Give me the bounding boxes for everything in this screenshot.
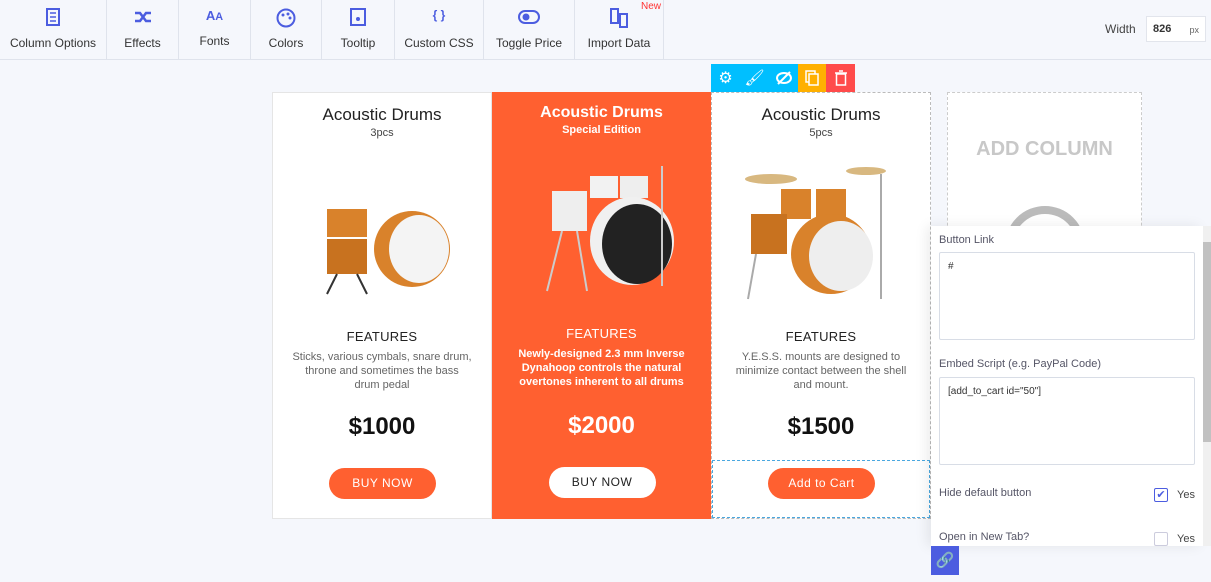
- width-label: Width: [1105, 22, 1136, 36]
- toolbar: Column Options Effects AA Fonts Colors To…: [0, 0, 1211, 60]
- buy-now-button[interactable]: BUY NOW: [548, 467, 656, 498]
- features-title: FEATURES: [346, 329, 418, 344]
- button-link-input[interactable]: #: [939, 252, 1195, 340]
- fonts-button[interactable]: AA Fonts: [179, 0, 251, 60]
- features-text: Y.E.S.S. mounts are designed to minimize…: [735, 351, 907, 391]
- brush-icon[interactable]: 🖌: [740, 64, 769, 92]
- drum-kit-image: [745, 167, 886, 300]
- delete-icon[interactable]: [826, 64, 855, 92]
- embed-script-input[interactable]: [add_to_cart id="50"]: [939, 377, 1195, 465]
- hide-icon[interactable]: [769, 64, 798, 92]
- price: $1000: [348, 413, 416, 440]
- braces-icon: { }: [432, 8, 446, 22]
- button-settings-panel: Button Link # Embed Script (e.g. PayPal …: [931, 226, 1203, 546]
- pricing-column-1[interactable]: Acoustic Drums 3pcs FEATURES Sticks, var…: [272, 92, 492, 519]
- column-title: Acoustic Drums: [540, 104, 663, 121]
- column-title: Acoustic Drums: [761, 105, 881, 124]
- palette-icon: [251, 8, 321, 28]
- import-data-button[interactable]: Import Data New: [575, 0, 664, 60]
- hide-default-label: Hide default button: [939, 487, 1032, 499]
- features-title: FEATURES: [566, 326, 637, 341]
- scrollbar-thumb[interactable]: [1203, 242, 1211, 442]
- width-value: 826: [1153, 23, 1172, 35]
- hide-default-checkbox[interactable]: ✔: [1154, 488, 1168, 502]
- column-title: Acoustic Drums: [322, 105, 442, 124]
- new-tab-yes: Yes: [1177, 533, 1195, 545]
- pricing-column-2[interactable]: Acoustic Drums Special Edition FEATURES …: [492, 92, 711, 519]
- column-subtitle: Special Edition: [562, 124, 641, 136]
- column-subtitle: 3pcs: [370, 127, 394, 139]
- features-title: FEATURES: [785, 329, 857, 344]
- pricing-column-3[interactable]: Acoustic Drums 5pcs FEATURES Y.E.S.S. mo…: [711, 92, 931, 519]
- new-badge: New: [640, 1, 661, 12]
- font-size-icon: AA: [205, 8, 224, 23]
- width-input[interactable]: 826 px: [1146, 16, 1206, 42]
- column-options-icon: [0, 8, 106, 28]
- column-toolbar: ⚙ 🖌: [711, 64, 855, 92]
- add-to-cart-button[interactable]: Add to Cart: [768, 468, 875, 499]
- column-subtitle: 5pcs: [809, 127, 833, 139]
- link-icon[interactable]: 🔗: [931, 546, 959, 575]
- drum-kit-image: [326, 209, 450, 295]
- embed-script-label: Embed Script (e.g. PayPal Code): [939, 358, 1102, 370]
- features-text: Newly-designed 2.3 mm Inverse Dynahoop c…: [518, 348, 685, 388]
- new-tab-label: Open in New Tab?: [939, 531, 1030, 543]
- hide-default-yes: Yes: [1177, 489, 1195, 501]
- toggle-price-button[interactable]: Toggle Price: [484, 0, 575, 60]
- button-link-label: Button Link: [939, 234, 995, 246]
- panel-scrollbar[interactable]: [1203, 226, 1211, 546]
- duplicate-icon[interactable]: [798, 64, 826, 92]
- buy-now-button[interactable]: BUY NOW: [329, 468, 436, 499]
- effects-button[interactable]: Effects: [107, 0, 179, 60]
- price: $2000: [568, 412, 635, 439]
- add-column-label: ADD COLUMN: [976, 138, 1113, 160]
- price: $1500: [787, 413, 855, 440]
- width-unit: px: [1189, 25, 1199, 35]
- colors-button[interactable]: Colors: [251, 0, 322, 60]
- tooltip-button[interactable]: Tooltip: [322, 0, 395, 60]
- shuffle-icon: [107, 8, 178, 28]
- new-tab-checkbox[interactable]: [1154, 532, 1168, 546]
- toggle-icon: [484, 8, 574, 28]
- drum-kit-image: [545, 166, 674, 292]
- column-options-button[interactable]: Column Options: [0, 0, 107, 60]
- custom-css-button[interactable]: { } Custom CSS: [395, 0, 484, 60]
- tooltip-icon: [322, 8, 394, 28]
- features-text: Sticks, various cymbals, snare drum, thr…: [292, 351, 472, 391]
- settings-icon[interactable]: ⚙: [711, 64, 740, 92]
